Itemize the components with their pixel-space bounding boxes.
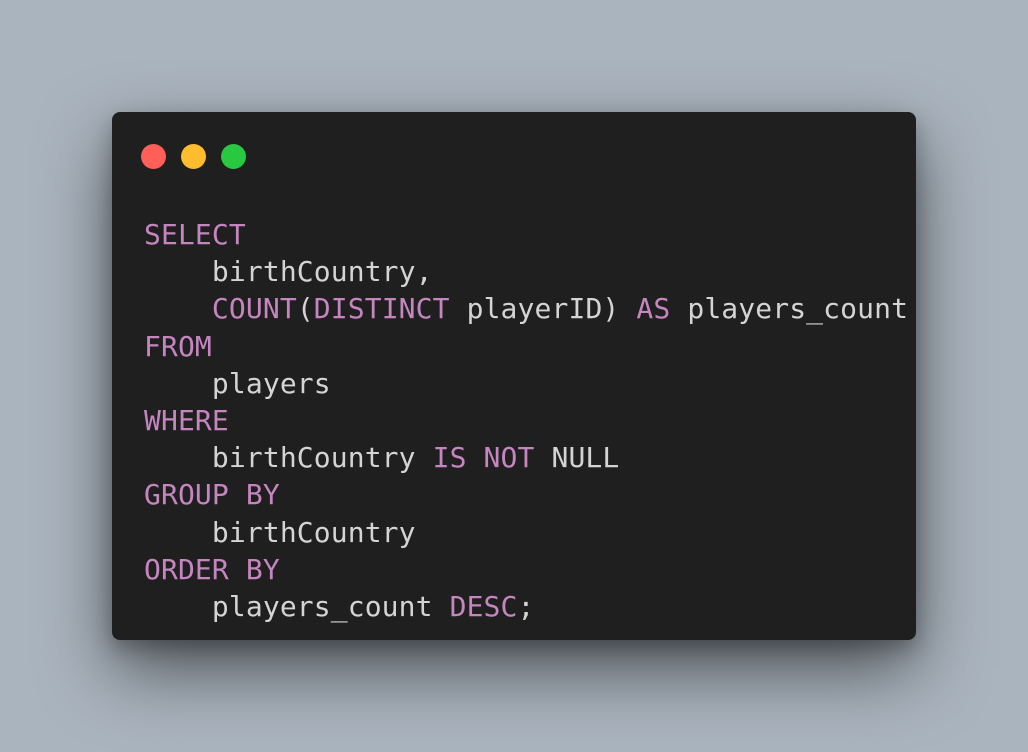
code-line: WHERE	[144, 402, 908, 439]
sql-keyword: IS NOT	[432, 441, 535, 475]
maximize-button[interactable]	[221, 144, 246, 169]
code-line: birthCountry IS NOT NULL	[144, 439, 908, 476]
sql-keyword: SELECT	[144, 218, 246, 251]
sql-keyword: COUNT	[211, 292, 297, 326]
sql-punctuation: ;	[517, 589, 535, 623]
code-line: ORDER BY	[144, 551, 908, 588]
code-line: SELECT	[144, 216, 908, 253]
sql-identifier: playerID	[449, 292, 603, 326]
code-window: SELECT birthCountry, COUNT(DISTINCT play…	[112, 112, 916, 640]
sql-identifier: players	[144, 366, 331, 400]
sql-punctuation: )	[602, 292, 620, 326]
code-line: GROUP BY	[144, 476, 908, 513]
code-line: COUNT(DISTINCT playerID) AS players_coun…	[144, 290, 908, 327]
sql-keyword: DISTINCT	[313, 292, 450, 326]
sql-identifier: birthCountry	[144, 515, 416, 549]
close-button[interactable]	[141, 144, 166, 169]
sql-identifier: players_count	[144, 589, 450, 623]
sql-code-block: SELECT birthCountry, COUNT(DISTINCT play…	[144, 216, 908, 625]
sql-identifier: birthCountry	[144, 441, 433, 475]
sql-keyword: FROM	[144, 329, 212, 363]
sql-identifier: NULL	[534, 441, 620, 475]
window-controls	[141, 144, 246, 169]
sql-identifier: birthCountry	[144, 255, 416, 289]
code-line: birthCountry,	[144, 253, 908, 290]
code-line: players	[144, 365, 908, 402]
sql-keyword: AS	[636, 292, 671, 326]
code-line: birthCountry	[144, 514, 908, 551]
code-line: players_count DESC;	[144, 588, 908, 625]
sql-keyword: WHERE	[144, 403, 229, 437]
sql-punctuation: (	[296, 292, 314, 326]
sql-punctuation: ,	[415, 255, 433, 289]
sql-identifier	[619, 292, 636, 325]
code-line: FROM	[144, 328, 908, 365]
sql-keyword: DESC	[449, 589, 518, 623]
sql-keyword: ORDER BY	[144, 552, 280, 586]
minimize-button[interactable]	[181, 144, 206, 169]
sql-keyword: GROUP BY	[144, 478, 280, 512]
sql-identifier: players_count	[670, 292, 909, 326]
sql-identifier	[144, 292, 212, 325]
